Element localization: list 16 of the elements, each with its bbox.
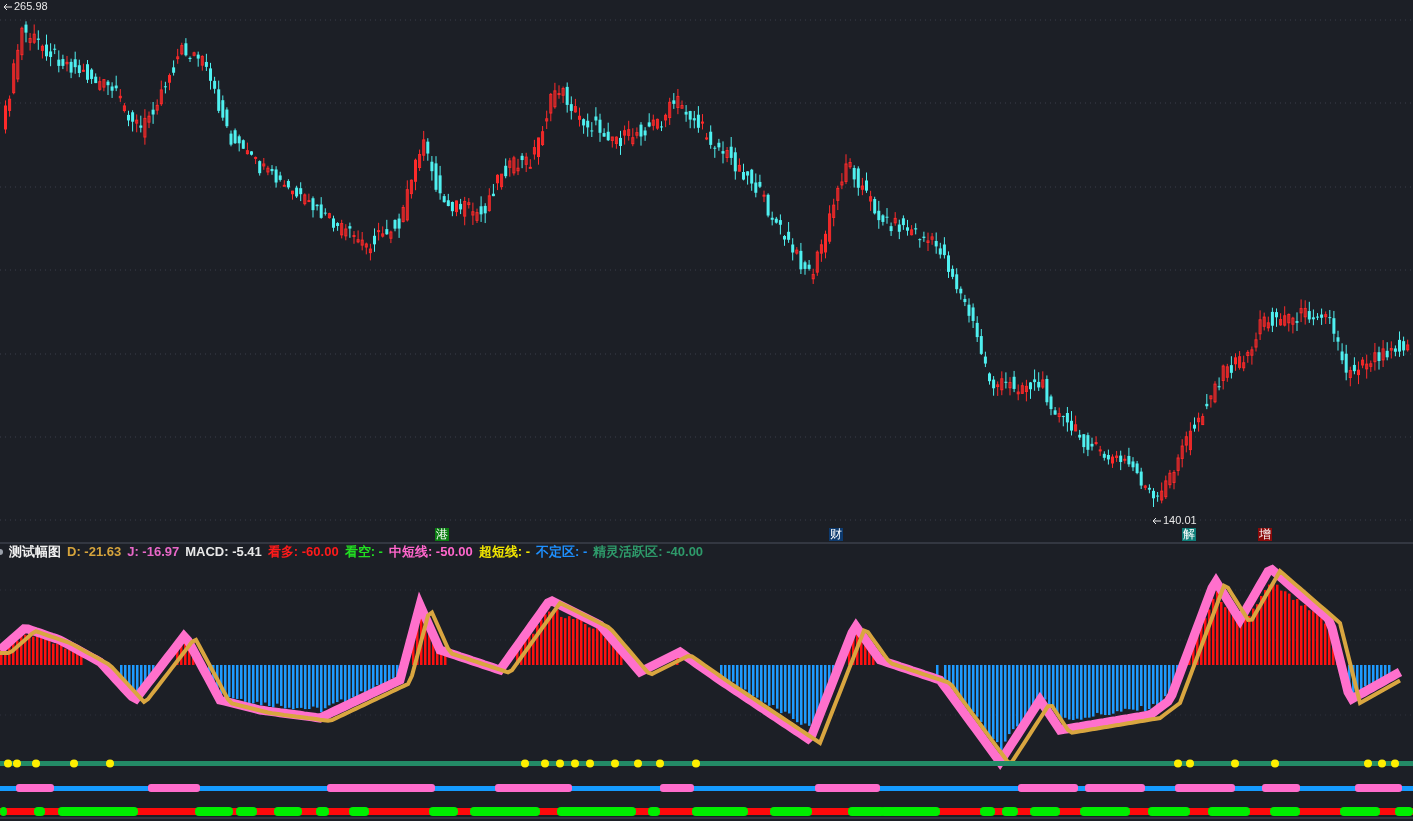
legend-value: D: -21.63 bbox=[67, 544, 122, 560]
price-label: 140.01 bbox=[1163, 514, 1197, 527]
legend-value: 看多: -60.00 bbox=[267, 544, 339, 560]
legend-value: J: -16.97 bbox=[127, 544, 180, 560]
event-marker: 财 bbox=[829, 528, 843, 541]
legend-value: 超短线: - bbox=[478, 544, 530, 560]
event-marker: 增 bbox=[1258, 528, 1272, 541]
legend-value: 不定区: - bbox=[536, 544, 588, 560]
legend-value: MACD: -5.41 bbox=[185, 544, 262, 560]
price-label: 265.98 bbox=[14, 0, 48, 13]
indicator-title: 测试幅图 bbox=[9, 544, 61, 560]
legend-value: 中短线: -50.00 bbox=[388, 544, 473, 560]
legend-value: 精灵活跃区: -40.00 bbox=[593, 544, 704, 560]
event-marker: 解 bbox=[1182, 528, 1196, 541]
legend-value: 看空: - bbox=[344, 544, 383, 560]
event-marker: 港 bbox=[435, 528, 449, 541]
